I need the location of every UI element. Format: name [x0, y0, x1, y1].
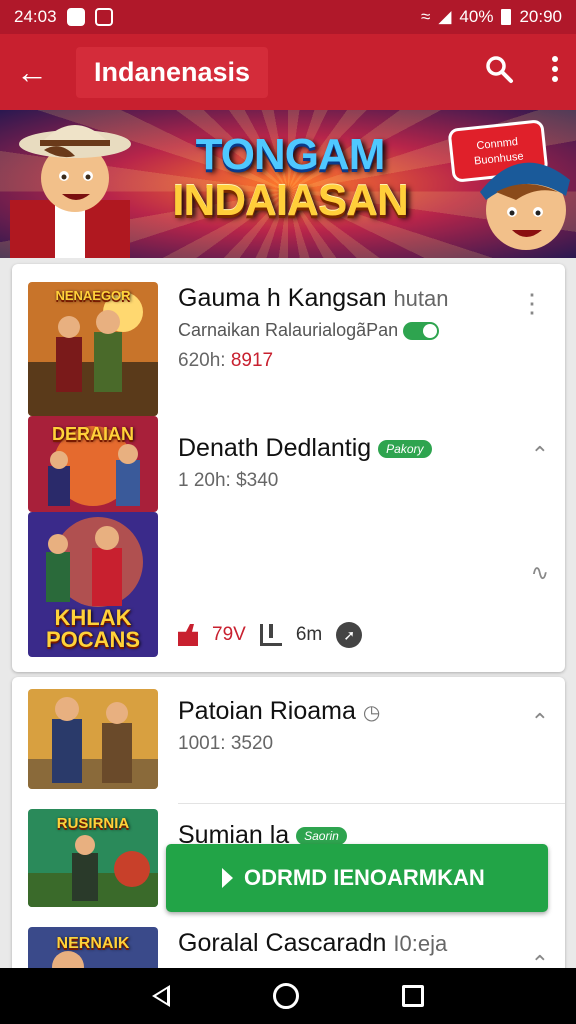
- play-icon: [222, 868, 233, 888]
- game-thumbnail[interactable]: DERAIAN: [28, 416, 158, 512]
- game-stats: 79V 6m ➚: [178, 622, 363, 648]
- status-badge: Saorin: [296, 827, 347, 846]
- likes-icon: [178, 624, 198, 646]
- more-vert-icon[interactable]: [550, 54, 560, 91]
- search-icon[interactable]: [484, 54, 514, 91]
- game-list-card: Patoian Rioama ◷ 1001: 3520 ⌃ RUSIRNIA S…: [12, 677, 565, 977]
- image-notification-icon: [94, 8, 113, 26]
- notification-icon: [66, 8, 85, 26]
- status-badge: Pakory: [378, 440, 432, 459]
- game-title[interactable]: Gauma h Kangsan hutan: [178, 284, 449, 313]
- status-clock-right: 20:90: [519, 7, 562, 26]
- status-time: 24:03: [14, 7, 57, 26]
- game-title[interactable]: Denath Dedlantig Pakory: [178, 434, 432, 463]
- battery-percent: 40%: [459, 7, 494, 26]
- battery-icon: [501, 9, 512, 25]
- banner-title: TONGAM INDAIASAN: [172, 130, 408, 225]
- game-thumbnail[interactable]: NENAEGOR: [28, 282, 158, 416]
- game-title[interactable]: Patoian Rioama ◷: [178, 697, 380, 726]
- duration-value: 6m: [295, 624, 323, 645]
- app-bar: ← Indanenasis: [0, 34, 576, 110]
- game-title[interactable]: Goralal Cascaradn I0:eja: [178, 929, 447, 958]
- back-arrow-icon[interactable]: ←: [16, 54, 76, 91]
- game-thumbnail[interactable]: KHLAK POCANS: [28, 512, 158, 657]
- game-thumbnail[interactable]: [28, 689, 158, 789]
- page-title: Indanenasis: [76, 46, 269, 98]
- wifi-icon: ≈: [421, 7, 431, 26]
- info-icon[interactable]: ◷: [363, 702, 380, 724]
- primary-action-button[interactable]: ODRMD IENOARMKAN: [166, 844, 548, 912]
- game-price: 1001: 3520: [178, 733, 274, 754]
- active-toggle[interactable]: [403, 322, 440, 341]
- game-subtitle: Carnaikan RalaurialogãPan: [178, 320, 440, 341]
- promo-banner[interactable]: TONGAM INDAIASAN Connmd Buonhuse: [0, 110, 576, 258]
- game-price: 620h: 8917: [178, 350, 274, 371]
- chevron-up-icon[interactable]: ⌃: [531, 709, 549, 735]
- signal-icon: ◢: [438, 7, 452, 26]
- likes-count: 79V: [212, 624, 246, 645]
- system-nav-bar: [0, 968, 576, 1024]
- duration-icon: [259, 624, 282, 646]
- item-more-icon[interactable]: ⋮: [519, 290, 545, 316]
- loading-icon: ∿: [530, 560, 549, 585]
- game-thumbnail[interactable]: RUSIRNIA: [28, 809, 158, 907]
- game-price: 1 20h: $340: [178, 470, 279, 491]
- banner-hero-left-image: [10, 125, 131, 258]
- share-icon[interactable]: ➚: [336, 622, 363, 648]
- nav-back-icon[interactable]: [151, 985, 170, 1007]
- status-bar: 24:03 ≈ ◢ 40% 20:90: [0, 0, 576, 34]
- nav-recents-icon[interactable]: [402, 985, 425, 1007]
- chevron-up-icon[interactable]: ⌃: [531, 442, 549, 468]
- banner-hero-right-image: [480, 162, 570, 250]
- nav-home-icon[interactable]: [272, 983, 299, 1009]
- game-list-card: NENAEGOR Gauma h Kangsan hutan Carnaikan…: [12, 264, 565, 672]
